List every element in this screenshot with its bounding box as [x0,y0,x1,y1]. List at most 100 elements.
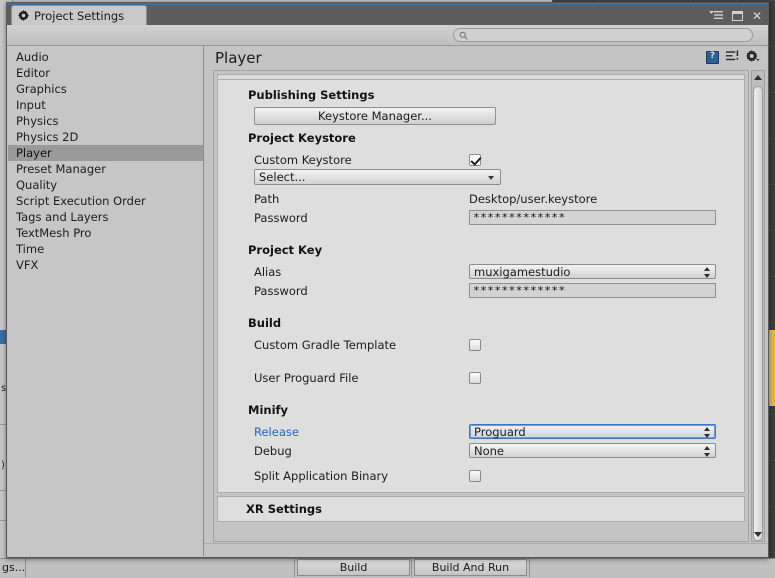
sidebar-item-time[interactable]: Time [8,241,203,257]
key-alias-label: Alias [254,265,469,279]
project-key-header: Project Key [218,243,744,257]
keystore-password-row: Password ************* [218,208,744,227]
xr-settings-panel[interactable]: XR Settings [217,496,745,522]
search-icon [459,31,468,40]
minify-debug-value: None [474,444,504,458]
hamburger-menu-icon[interactable] [709,10,723,22]
minify-header: Minify [218,403,744,417]
gear-dropdown-icon[interactable] [746,50,760,64]
key-alias-row: Alias muxigamestudio [218,262,744,281]
sidebar-item-script-execution-order[interactable]: Script Execution Order [8,193,203,209]
keystore-path-label: Path [254,192,469,206]
bottom-left-label: gs... [2,561,25,574]
stepper-icon [703,446,710,457]
publishing-settings-header: Publishing Settings [218,88,744,102]
minify-debug-dropdown[interactable]: None [469,443,716,458]
keystore-path-row: Path Desktop/user.keystore [218,189,744,208]
custom-keystore-row: Custom Keystore [218,150,744,169]
minify-debug-label: Debug [254,444,469,458]
keystore-password-label: Password [254,211,469,225]
project-settings-window: Project Settings ✕ [6,2,769,558]
minify-release-value: Proguard [474,425,526,439]
build-header: Build [218,316,744,330]
sidebar-item-quality[interactable]: Quality [8,177,203,193]
spacer [218,227,744,241]
keystore-password-field[interactable]: ************* [469,210,716,225]
tab-label: Project Settings [34,9,124,23]
spacer [218,387,744,401]
page-title: Player [215,49,262,67]
spacer [218,300,744,314]
sidebar-item-player[interactable]: Player [8,145,203,161]
help-book-icon[interactable] [706,51,719,64]
gear-icon [18,10,29,21]
custom-keystore-label: Custom Keystore [254,153,469,167]
custom-gradle-template-row: Custom Gradle Template [218,335,744,354]
key-alias-dropdown[interactable]: muxigamestudio [469,264,716,279]
chevron-down-icon [488,176,494,180]
keystore-manager-button[interactable]: Keystore Manager... [254,107,496,125]
publishing-settings-panel: Publishing Settings Keystore Manager... … [217,79,745,493]
user-proguard-file-label: User Proguard File [254,371,469,385]
sidebar-item-vfx[interactable]: VFX [8,257,203,273]
settings-sidebar: Audio Editor Graphics Input Physics Phys… [8,46,204,556]
spacer [218,354,744,368]
minify-release-row: Release Proguard [218,422,744,441]
sidebar-item-editor[interactable]: Editor [8,65,203,81]
keystore-select-dropdown[interactable]: Select... [254,169,501,185]
custom-keystore-checkbox[interactable] [469,154,481,166]
scroll-down-arrow[interactable] [752,528,764,541]
project-keystore-header: Project Keystore [218,131,744,145]
sidebar-item-graphics[interactable]: Graphics [8,81,203,97]
custom-gradle-template-checkbox[interactable] [469,339,481,351]
custom-gradle-template-label: Custom Gradle Template [254,338,469,352]
keystore-select-value: Select... [259,170,305,184]
minify-release-label: Release [254,425,469,439]
settings-content: Player [205,46,767,556]
toolbar-seam [25,558,26,577]
maximize-icon[interactable] [732,11,743,21]
search-input[interactable] [453,28,753,42]
preset-icon[interactable] [726,50,739,64]
build-and-run-button[interactable]: Build And Run [414,559,527,576]
sidebar-item-preset-manager[interactable]: Preset Manager [8,161,203,177]
content-header: Player [205,46,767,70]
stepper-icon [703,427,710,438]
key-alias-value: muxigamestudio [474,265,570,279]
content-scrollbar[interactable] [751,70,765,542]
content-header-icons [706,50,760,64]
sidebar-item-textmesh-pro[interactable]: TextMesh Pro [8,225,203,241]
split-application-binary-row: Split Application Binary [218,466,744,485]
tab-project-settings[interactable]: Project Settings [11,5,147,25]
minify-release-dropdown[interactable]: Proguard [469,424,716,439]
user-proguard-file-checkbox[interactable] [469,372,481,384]
sidebar-item-input[interactable]: Input [8,97,203,113]
stepper-icon [703,267,710,278]
build-button[interactable]: Build [297,559,410,576]
keystore-path-value: Desktop/user.keystore [469,192,597,206]
sidebar-item-physics-2d[interactable]: Physics 2D [8,129,203,145]
close-icon[interactable]: ✕ [752,10,762,22]
key-password-label: Password [254,284,469,298]
key-password-field[interactable]: ************* [469,283,716,298]
scroll-up-arrow[interactable] [752,71,764,84]
settings-scroll-area: Publishing Settings Keystore Manager... … [213,70,749,542]
toolbar-seam [411,558,412,577]
user-proguard-file-row: User Proguard File [218,368,744,387]
toolbar-seam [529,558,530,577]
window-titlebar: Project Settings ✕ [7,5,768,25]
sidebar-item-audio[interactable]: Audio [8,49,203,65]
background-text-fragment: ) [1,460,5,471]
toolbar-seam [294,558,295,577]
key-password-row: Password ************* [218,281,744,300]
split-application-binary-checkbox[interactable] [469,470,481,482]
xr-settings-header: XR Settings [218,502,744,516]
sidebar-item-physics[interactable]: Physics [8,113,203,129]
window-body: Audio Editor Graphics Input Physics Phys… [8,46,767,556]
minify-debug-row: Debug None [218,441,744,460]
sidebar-item-tags-and-layers[interactable]: Tags and Layers [8,209,203,225]
window-controls: ✕ [709,7,762,25]
scrollbar-thumb[interactable] [753,86,763,541]
content-footer [205,543,767,556]
window-toolbar [7,25,768,46]
